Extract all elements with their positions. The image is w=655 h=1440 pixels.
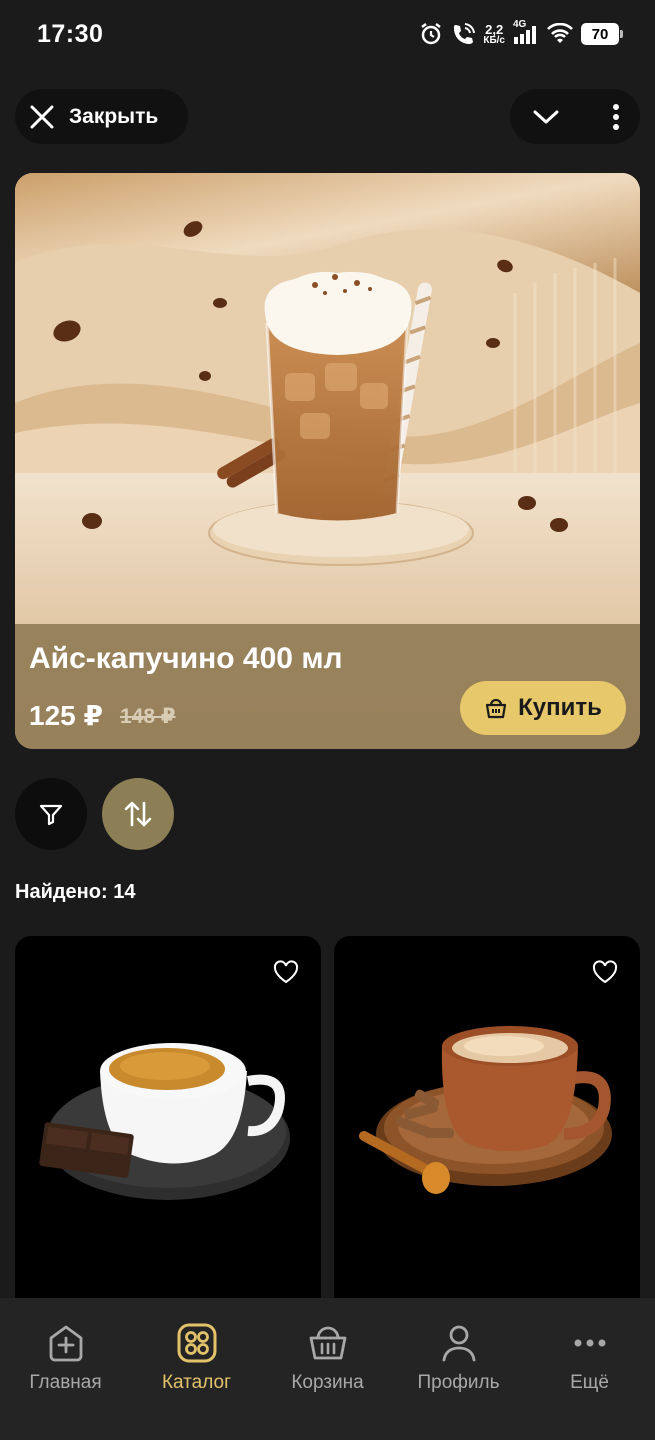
status-time: 17:30 bbox=[37, 20, 104, 48]
buy-label: Купить bbox=[518, 694, 602, 721]
promo-info: Айс-капучино 400 мл 125 ₽ 148 ₽ Купить bbox=[15, 624, 640, 749]
filter-icon bbox=[39, 804, 63, 826]
nav-item-home[interactable]: Главная bbox=[0, 1298, 131, 1440]
nav-label: Каталог bbox=[161, 1372, 232, 1393]
close-icon bbox=[30, 105, 54, 128]
nav-label: Профиль bbox=[417, 1372, 500, 1393]
chevron-down-icon[interactable] bbox=[532, 107, 560, 127]
found-count: Найдено: 14 bbox=[15, 881, 136, 903]
net-speed: 2,2 КБ/с bbox=[483, 23, 505, 46]
signal-group: 4G bbox=[513, 19, 539, 45]
sort-arrows-icon bbox=[124, 801, 152, 827]
status-icons: 2,2 КБ/с 4G 70 bbox=[419, 19, 623, 46]
net-speed-value: 2,2 bbox=[485, 21, 504, 37]
heart-icon[interactable] bbox=[273, 960, 299, 984]
buy-button[interactable]: Купить bbox=[460, 681, 626, 735]
nav-item-cart[interactable]: Корзина bbox=[262, 1298, 393, 1440]
nav-item-profile[interactable]: Профиль bbox=[393, 1298, 524, 1440]
profile-icon bbox=[442, 1325, 475, 1362]
status-bar: 17:30 2,2 КБ/с 4G 70 bbox=[0, 0, 655, 72]
filter-button[interactable] bbox=[15, 778, 87, 850]
wifi-call-icon bbox=[454, 23, 476, 44]
basket-icon bbox=[309, 1326, 346, 1360]
close-button[interactable]: Закрыть bbox=[15, 89, 188, 144]
product-card[interactable] bbox=[334, 936, 640, 1336]
heart-icon[interactable] bbox=[592, 960, 618, 984]
promo-banner[interactable]: Айс-капучино 400 мл 125 ₽ 148 ₽ Купить bbox=[15, 173, 640, 749]
alarm-icon bbox=[421, 23, 442, 45]
wifi-icon bbox=[547, 23, 573, 43]
promo-price: 125 ₽ bbox=[29, 700, 103, 731]
close-label: Закрыть bbox=[69, 104, 159, 128]
mini-app-menu bbox=[510, 89, 640, 144]
espresso-image bbox=[39, 1043, 290, 1200]
battery: 70 bbox=[581, 23, 623, 45]
catalog-grid-icon bbox=[177, 1323, 216, 1363]
nav-label: Главная bbox=[29, 1372, 102, 1393]
product-card[interactable] bbox=[15, 936, 321, 1336]
sort-button[interactable] bbox=[102, 778, 174, 850]
home-plus-icon bbox=[49, 1325, 82, 1362]
network-type: 4G bbox=[513, 19, 527, 30]
chicory-drink-image bbox=[359, 1026, 612, 1194]
iced-cappuccino-image bbox=[15, 173, 640, 624]
nav-item-more[interactable]: Ещё bbox=[524, 1298, 655, 1440]
net-speed-unit: КБ/с bbox=[483, 34, 505, 46]
more-vertical-icon[interactable] bbox=[612, 103, 620, 131]
promo-old-price: 148 ₽ bbox=[120, 705, 176, 728]
more-dots-icon bbox=[574, 1339, 605, 1347]
bottom-nav: Главная Каталог Корзина Профиль Ещё bbox=[0, 1298, 655, 1440]
promo-title: Айс-капучино 400 мл bbox=[29, 642, 343, 675]
nav-label: Корзина bbox=[291, 1372, 364, 1393]
nav-label: Ещё bbox=[570, 1372, 609, 1393]
nav-item-catalog[interactable]: Каталог bbox=[131, 1298, 262, 1440]
basket-icon bbox=[486, 698, 507, 719]
